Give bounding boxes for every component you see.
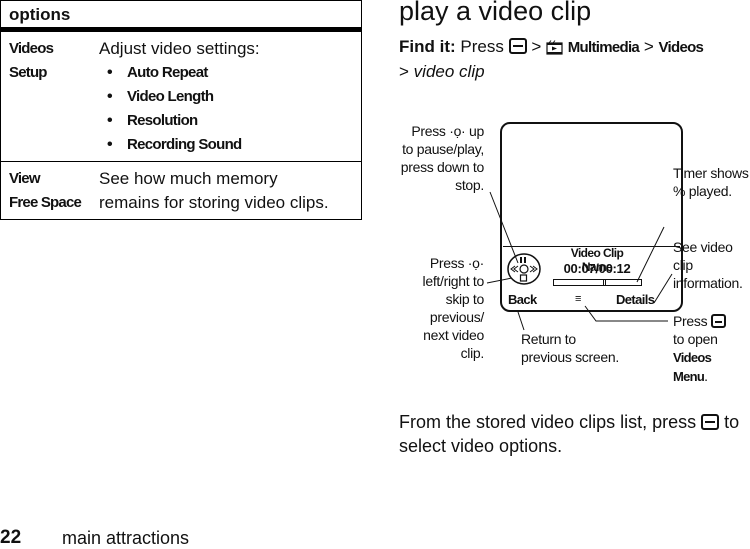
find-it-label: Find it: [399,37,456,56]
path-separator: > [399,62,409,81]
menu-video-clip: video clip [413,62,485,81]
callout-text: press down to [400,159,485,175]
option-label: View Free Space [1,162,99,219]
softkey-back[interactable]: Back [508,292,537,307]
callout-nav-lr: Press ·ọ· left/right to skip to previous… [396,254,485,362]
nav-key-icon: ·ọ· [449,123,466,139]
callout-text: See video clip [673,239,733,273]
settings-list: Auto Repeat Video Length Resolution Reco… [99,61,357,157]
option-label-line: Free Space [9,194,82,211]
options-table-header: options [1,1,361,31]
callout-text: left/right to [422,273,485,289]
list-item: Video Length [107,85,357,109]
path-separator: > [531,37,542,56]
callout-timer: Timer shows % played. [673,164,749,200]
path-separator: > [643,37,654,56]
callout-details: See video clip information. [673,238,750,292]
menu-key-icon [508,38,527,54]
paragraph-text: From the stored video clips list, press [399,412,697,432]
table-row: View Free Space See how much memory rema… [1,161,361,219]
list-item: Resolution [107,109,357,133]
multimedia-icon [546,40,563,55]
callout-text: Timer shows [673,165,749,181]
callout-text: Press [673,313,708,329]
menu-videos: Videos [658,39,704,56]
option-description-text: Adjust video settings: [99,39,260,58]
callout-text: next video [423,327,484,343]
list-item: Auto Repeat [107,61,357,85]
progress-marker [602,279,606,286]
instruction-paragraph: From the stored video clips list, press … [399,410,744,458]
callout-text: up [469,123,484,139]
press-text: Press [460,37,504,56]
callout-text: % played. [673,183,732,199]
callout-text: to pause/play, [402,141,484,157]
option-label: Videos Setup [1,32,99,161]
table-row: Videos Setup Adjust video settings: Auto… [1,31,361,161]
clip-timer: 00:07/00:12 [563,261,631,276]
list-item: Recording Sound [107,133,357,157]
callout-text: previous/ [429,309,484,325]
playback-progress-bar [553,279,642,286]
navigation-control-icon [507,253,541,285]
callout-text: clip. [460,345,485,361]
menu-menu: Menu [673,369,705,384]
callout-menu: Press to open Videos Menu. [673,312,750,386]
menu-videos: Videos [673,350,712,365]
callout-text: previous screen. [521,349,619,365]
callout-text: . [704,368,708,384]
callout-text: Press [411,123,446,139]
menu-key-icon [701,414,720,430]
option-label-line: Setup [9,64,47,81]
callout-text: stop. [455,177,484,193]
find-it-path: Find it: Press > Multimedia > Videos > v… [399,35,739,84]
callout-text: to open [673,331,718,347]
callout-nav-up: Press ·ọ· up to pause/play, press down t… [396,122,485,194]
callout-back: Return to previous screen. [521,330,619,366]
option-description: Adjust video settings: Auto Repeat Video… [99,32,361,161]
option-description-text: See how much memory [99,169,278,188]
option-label-line: Videos [9,40,54,57]
menu-multimedia: Multimedia [567,39,640,56]
softkey-details[interactable]: Details [616,292,655,307]
menu-indicator-icon[interactable]: ≡ [575,293,581,305]
callout-text: skip to [445,291,485,307]
menu-key-icon [710,314,726,328]
callout-text: Press [429,255,465,271]
nav-key-icon: ·ọ· [467,255,485,271]
option-description-text: remains for storing video clips. [99,193,329,212]
options-table: options Videos Setup Adjust video settin… [0,0,362,220]
callout-text: information. [673,275,743,291]
callout-text: Return to [521,331,576,347]
option-label-line: View [9,170,41,187]
section-title: play a video clip [399,0,592,26]
option-description: See how much memory remains for storing … [99,162,361,219]
